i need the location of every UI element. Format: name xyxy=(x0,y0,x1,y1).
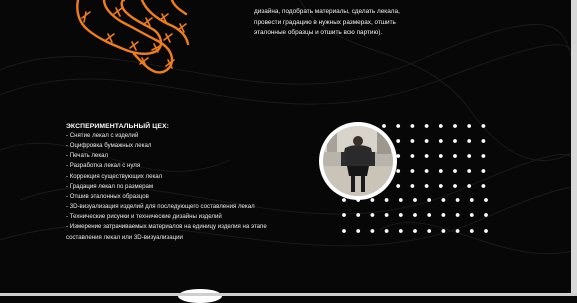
fashion-model-photo xyxy=(319,122,397,200)
dot xyxy=(410,169,415,173)
dot xyxy=(424,184,429,188)
dot xyxy=(453,169,457,173)
dot xyxy=(410,154,415,158)
dot xyxy=(469,213,474,217)
dot xyxy=(467,184,472,188)
dot xyxy=(484,198,488,202)
dot xyxy=(410,139,415,143)
dot xyxy=(410,184,415,188)
dot xyxy=(384,198,389,202)
dot xyxy=(484,213,488,217)
model-illustration xyxy=(323,126,393,196)
dot xyxy=(481,139,486,143)
dot xyxy=(382,124,386,128)
dot xyxy=(441,213,446,217)
dot xyxy=(484,229,488,233)
dot xyxy=(342,198,346,202)
dot xyxy=(398,213,403,217)
dot xyxy=(384,213,389,217)
dot xyxy=(413,229,417,233)
dot xyxy=(427,213,432,217)
dot xyxy=(396,184,401,188)
dot xyxy=(398,198,403,202)
bottom-shape xyxy=(178,289,222,303)
dot xyxy=(455,198,460,202)
dot xyxy=(413,198,417,202)
dot xyxy=(455,213,460,217)
dot xyxy=(481,124,486,128)
dot xyxy=(467,124,472,128)
dot xyxy=(481,184,486,188)
dot xyxy=(356,229,361,233)
dot xyxy=(469,198,474,202)
dot xyxy=(396,124,401,128)
dot xyxy=(413,213,417,217)
dot xyxy=(396,139,401,143)
dot xyxy=(424,139,429,143)
dot xyxy=(410,124,415,128)
dot xyxy=(424,124,429,128)
dot xyxy=(438,169,443,173)
dot xyxy=(467,139,472,143)
dot xyxy=(424,169,429,173)
page: дизайна, подобрать материалы, сделать ле… xyxy=(0,0,577,303)
dot xyxy=(469,229,474,233)
scrollbar[interactable] xyxy=(571,0,577,296)
dot xyxy=(453,184,457,188)
dot xyxy=(356,213,361,217)
dot xyxy=(438,184,443,188)
dot xyxy=(424,154,429,158)
dot xyxy=(453,124,457,128)
dot xyxy=(453,139,457,143)
dot xyxy=(427,198,432,202)
dot xyxy=(467,169,472,173)
dot xyxy=(455,229,460,233)
dot xyxy=(398,229,403,233)
dot xyxy=(384,229,389,233)
dot xyxy=(481,154,486,158)
dot xyxy=(342,213,346,217)
dot xyxy=(438,139,443,143)
dot xyxy=(438,124,443,128)
dot xyxy=(370,229,375,233)
dot xyxy=(438,154,443,158)
dot-pattern xyxy=(342,124,488,233)
dot xyxy=(453,154,457,158)
dot xyxy=(396,169,401,173)
dot xyxy=(441,198,446,202)
dot xyxy=(342,229,346,233)
dot xyxy=(370,213,375,217)
dot xyxy=(370,198,375,202)
dot xyxy=(481,169,486,173)
dot xyxy=(467,154,472,158)
dot xyxy=(427,229,432,233)
dot xyxy=(441,229,446,233)
